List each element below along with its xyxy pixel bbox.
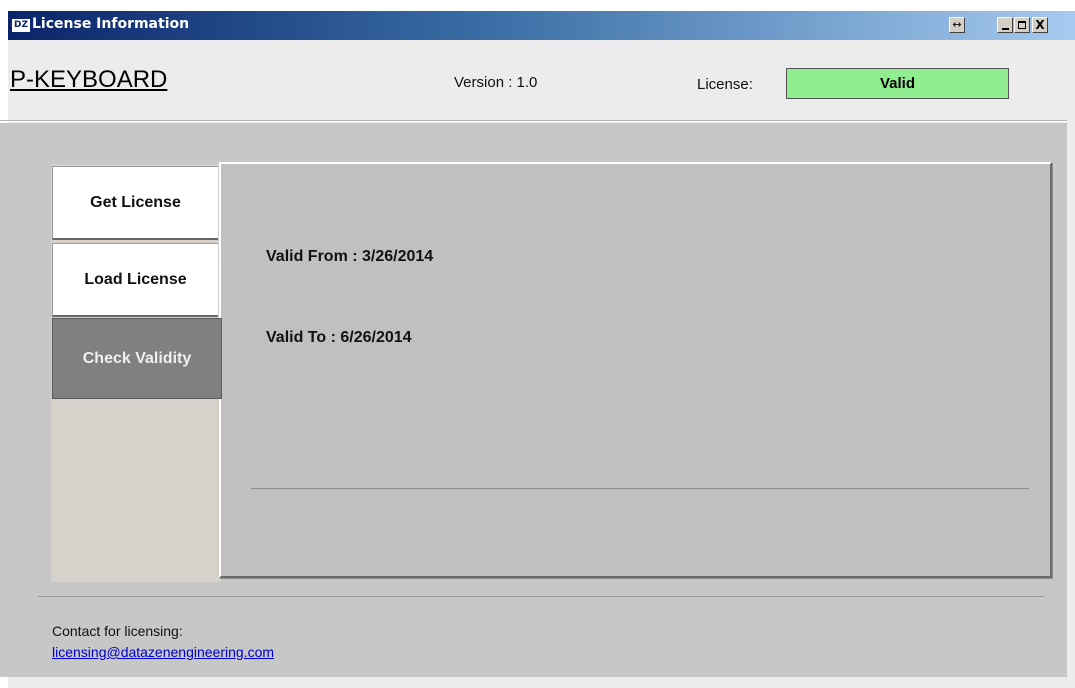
tab-check-validity[interactable]: Check Validity — [52, 318, 222, 399]
contact-label: Contact for licensing: — [52, 623, 183, 639]
minimize-icon — [1002, 28, 1009, 30]
minimize-button[interactable] — [997, 17, 1013, 33]
resize-button[interactable]: ↔ — [949, 17, 965, 33]
validity-panel — [219, 162, 1052, 578]
app-logo-icon: DZ — [12, 19, 30, 32]
maximize-button[interactable] — [1014, 17, 1030, 33]
close-button[interactable]: X — [1032, 17, 1048, 33]
window-title: License Information — [32, 16, 190, 32]
footer-divider — [38, 596, 1044, 597]
panel-divider — [251, 488, 1029, 489]
valid-from-text: Valid From : 3/26/2014 — [266, 248, 434, 265]
license-status-badge: Valid — [786, 68, 1009, 99]
contact-email-link[interactable]: licensing@datazenengineering.com — [52, 644, 274, 660]
license-label: License: — [697, 76, 753, 93]
valid-to-text: Valid To : 6/26/2014 — [266, 329, 412, 346]
app-name: P-KEYBOARD — [10, 66, 168, 93]
version-text: Version : 1.0 — [454, 74, 538, 91]
maximize-icon — [1018, 21, 1026, 29]
header-divider — [0, 120, 1067, 122]
title-bar[interactable]: DZ License Information ↔ X — [8, 11, 1075, 40]
tab-get-license[interactable]: Get License — [52, 166, 218, 240]
tab-load-license[interactable]: Load License — [52, 243, 218, 317]
